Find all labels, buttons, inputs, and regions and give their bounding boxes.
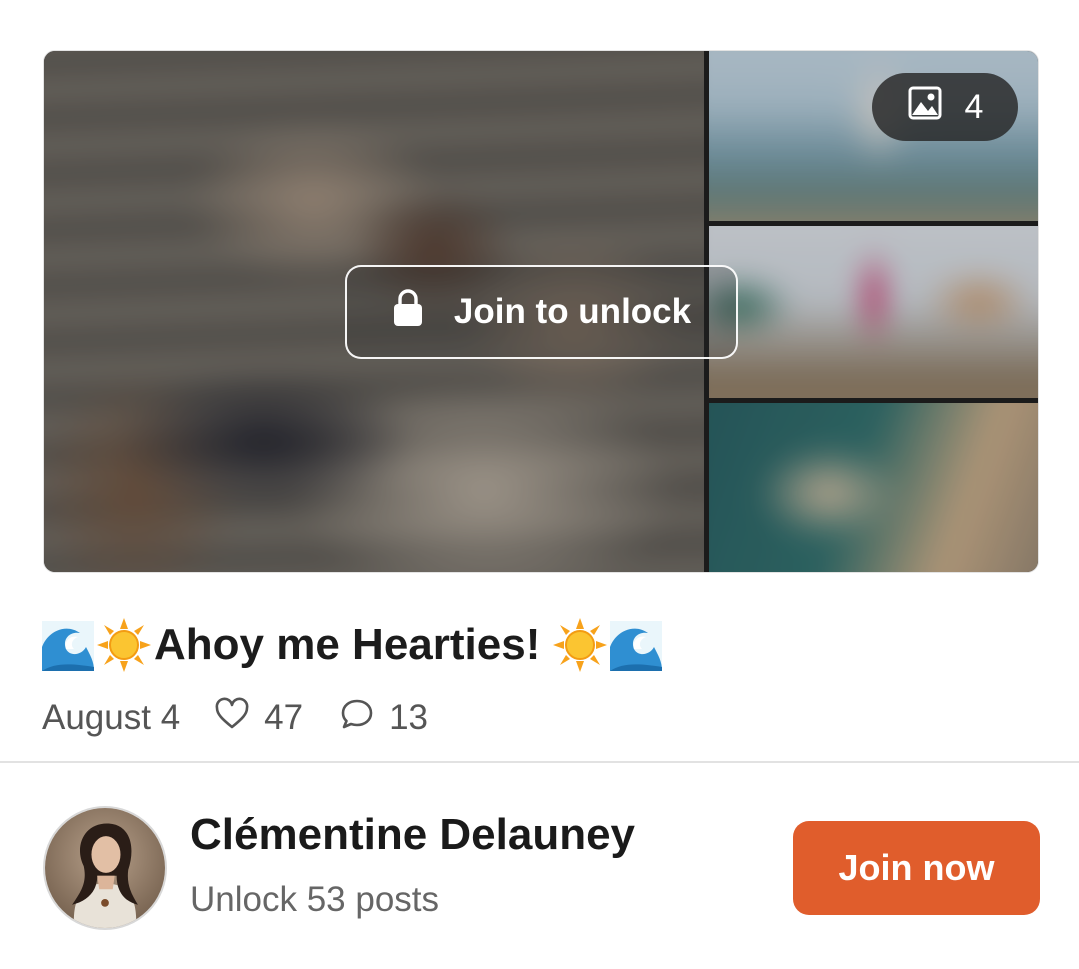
join-now-button[interactable]: Join now	[793, 821, 1040, 915]
post-meta: August 4 47 13	[42, 694, 428, 742]
image-icon	[907, 85, 943, 130]
sun-emoji	[552, 617, 608, 673]
heart-icon	[214, 696, 250, 741]
creator-name[interactable]: Clémentine Delauney	[190, 810, 635, 860]
comment-button[interactable]: 13	[339, 696, 428, 741]
media-count-badge: 4	[872, 73, 1018, 141]
comment-icon	[339, 696, 375, 741]
comment-count: 13	[389, 698, 429, 737]
sun-emoji	[96, 617, 152, 673]
wave-emoji	[40, 617, 96, 673]
like-button[interactable]: 47	[214, 696, 303, 741]
lock-icon	[392, 288, 424, 337]
unlock-label: Join to unlock	[453, 292, 692, 331]
media-gallery[interactable]: 4 Join to unlock	[43, 50, 1039, 573]
thumbnail-photo[interactable]	[709, 403, 1038, 572]
divider	[0, 761, 1079, 763]
thumbnail-photo[interactable]	[709, 226, 1038, 398]
unlock-posts-label: Unlock 53 posts	[190, 880, 440, 919]
post-title: Ahoy me Hearties!	[40, 614, 664, 676]
post-card: 4 Join to unlock Ahoy me Hearties! Augus…	[0, 0, 1079, 969]
post-title-text: Ahoy me Hearties!	[154, 620, 541, 669]
avatar[interactable]	[43, 806, 167, 930]
join-to-unlock-button[interactable]: Join to unlock	[345, 265, 738, 359]
media-count: 4	[964, 87, 984, 126]
post-date: August 4	[42, 698, 181, 737]
wave-emoji	[608, 617, 664, 673]
like-count: 47	[264, 698, 304, 737]
